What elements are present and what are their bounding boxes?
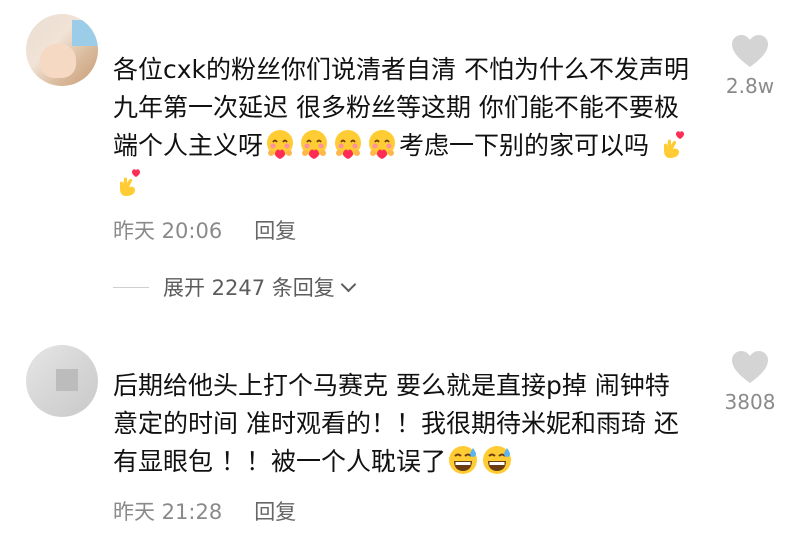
finger-heart-emoji — [120, 169, 140, 196]
expand-replies-label: 展开 2247 条回复 — [163, 276, 335, 300]
emoji-group — [263, 130, 399, 160]
hugging-heart-emoji — [301, 130, 328, 159]
like-count: 2.8w — [725, 74, 775, 98]
like-button[interactable]: 2.8w — [718, 34, 782, 98]
like-count: 3808 — [724, 390, 776, 414]
comment-text-part: 考虑一下别的家可以吗 — [399, 131, 650, 160]
heart-icon — [732, 351, 768, 383]
hugging-heart-emoji — [369, 130, 396, 159]
comment-time: 昨天 21:28 — [113, 500, 223, 524]
hugging-heart-emoji — [267, 130, 294, 159]
expand-replies-button[interactable]: 展开 2247 条回复 — [113, 272, 357, 302]
grinning-sweat-emoji — [482, 446, 511, 474]
comment-meta: 昨天 20:06 回复 — [113, 215, 296, 245]
heart-icon — [732, 35, 768, 67]
comment-meta: 昨天 21:28 回复 — [113, 496, 296, 526]
chevron-down-icon — [340, 276, 357, 292]
comment-time: 昨天 20:06 — [113, 219, 223, 243]
comment-item: 后期给他头上打个马赛克 要么就是直接p掉 闹钟特意定的时间 准时观看的！！我很期… — [0, 330, 800, 547]
comment-text: 后期给他头上打个马赛克 要么就是直接p掉 闹钟特意定的时间 准时观看的！！我很期… — [113, 367, 693, 481]
comment-item: 各位cxk的粉丝你们说清者自清 不怕为什么不发声明 九年第一次延迟 很多粉丝等这… — [0, 0, 800, 320]
finger-heart-emoji — [663, 131, 684, 158]
hugging-heart-emoji — [335, 130, 362, 159]
avatar[interactable] — [26, 345, 98, 417]
reply-button[interactable]: 回复 — [254, 496, 296, 526]
reply-button[interactable]: 回复 — [254, 215, 296, 245]
comment-text: 各位cxk的粉丝你们说清者自清 不怕为什么不发声明 九年第一次延迟 很多粉丝等这… — [113, 51, 693, 203]
emoji-group — [446, 446, 514, 476]
like-button[interactable]: 3808 — [718, 350, 782, 414]
grinning-sweat-emoji — [448, 446, 477, 474]
divider-line — [113, 286, 149, 288]
comment-text-part: 后期给他头上打个马赛克 要么就是直接p掉 闹钟特意定的时间 准时观看的！！我很期… — [113, 371, 679, 476]
avatar[interactable] — [26, 14, 98, 86]
